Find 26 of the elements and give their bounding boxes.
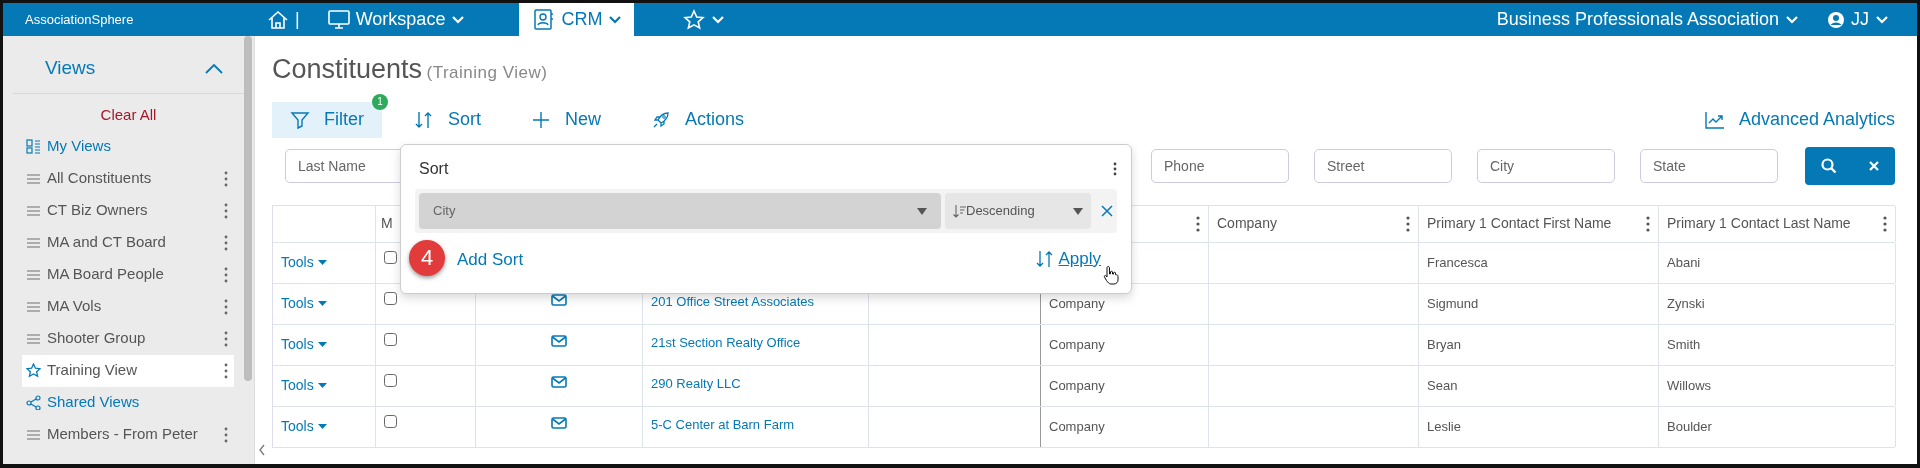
table-cell-text: Abani [1667,253,1701,272]
table-cell-text: Boulder [1667,417,1712,436]
page-subtitle: (Training View) [426,63,548,82]
page-title: Constituents [272,54,423,84]
separator: | [295,8,300,31]
column-header: M [381,214,393,233]
table-cell-text: Company [1049,417,1105,436]
column-header: Company [1217,214,1277,233]
count-badge: 1 [372,93,388,110]
column-header: Primary 1 Contact First Name [1427,214,1612,233]
table-cell-text: Francesca [1427,253,1488,272]
table-cell-text: Leslie [1427,417,1461,436]
table-cell-text: Willows [1667,376,1712,395]
table-cell-text: Zynski [1667,294,1705,313]
table-cell-text: Smith [1667,335,1701,354]
table-cell-text: Sean [1427,376,1458,395]
sidebar-title: Views [45,56,96,81]
column-header: Primary 1 Contact Last Name [1667,214,1851,233]
table-cell-text: Company [1049,335,1105,354]
table-cell-text: Company [1049,376,1105,395]
logo: AssociationSphere [25,10,135,29]
table-cell-text: Bryan [1427,335,1461,354]
table-cell-text: Company [1049,294,1105,313]
direction-label: Descending [966,202,1035,221]
table-cell-text: Sigmund [1427,294,1479,313]
step-badge: 4 [409,240,445,276]
